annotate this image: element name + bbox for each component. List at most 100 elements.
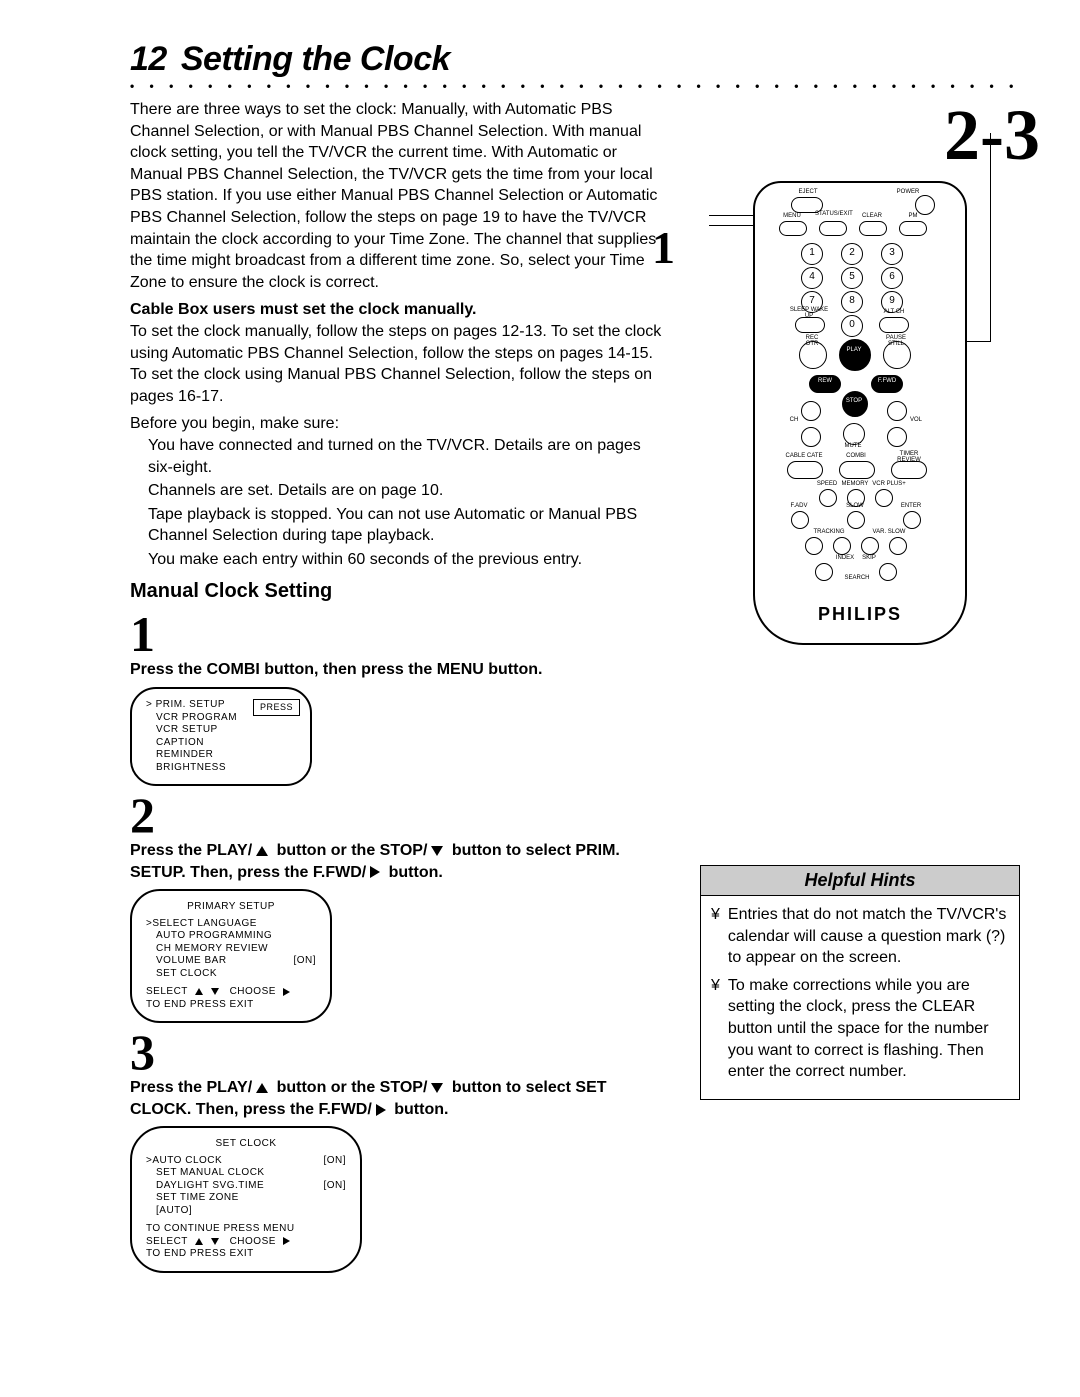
screen3-title: SET CLOCK [146, 1138, 346, 1151]
step1-text: Press the COMBI button, then press the M… [130, 659, 670, 681]
skip-button [879, 563, 897, 581]
search-label: SEARCH [837, 575, 877, 581]
page-number: 12 [130, 40, 167, 79]
triangle-up-icon [256, 846, 268, 856]
helpful-hints-title: Helpful Hints [701, 866, 1019, 896]
speed-button [819, 489, 837, 507]
index-button [815, 563, 833, 581]
cable-cate-label: CABLE CATE [785, 453, 823, 459]
menu-item: AUTO CLOCK [152, 1155, 323, 1168]
mute-button [843, 423, 865, 445]
brand-label: PHILIPS [755, 604, 965, 625]
fadv-button [791, 511, 809, 529]
cable-cate-button [787, 461, 823, 479]
foot-choose: CHOOSE [230, 1236, 276, 1247]
right-column: 2-3 1 EJECT POWER [700, 99, 1020, 1100]
page-title-row: 12 Setting the Clock [130, 40, 1020, 79]
ch-label: CH [787, 417, 801, 423]
memory-label: MEMORY [839, 481, 871, 487]
eject-label: EJECT [793, 189, 823, 195]
menu-item: DAYLIGHT SVG.TIME [156, 1180, 323, 1193]
skip-label: SKIP [859, 555, 879, 561]
bullet-symbol-icon: ¥ [711, 975, 720, 1083]
manual-heading: Manual Clock Setting [130, 578, 670, 605]
status-exit-button [819, 221, 847, 236]
ffwd-label: F.FWD [873, 378, 901, 384]
menu-item: BRIGHTNESS [156, 762, 296, 775]
digit-button: 1 [801, 243, 823, 265]
foot-pre: TO CONTINUE PRESS MENU [146, 1223, 295, 1234]
leader-line [965, 341, 991, 342]
varslow-label: VAR. SLOW [867, 529, 911, 535]
leader-line [990, 133, 991, 341]
menu-item: SET MANUAL CLOCK [156, 1167, 346, 1180]
callout-1: 1 [652, 221, 675, 274]
vol-up-button [887, 401, 907, 421]
step3-text: Press the PLAY/ button or the STOP/ butt… [130, 1077, 670, 1120]
press-button-label: PRESS [253, 699, 300, 716]
dotted-rule: • • • • • • • • • • • • • • • • • • • • … [130, 83, 1020, 89]
screen-menu-1: PRESS PRIM. SETUP VCR PROGRAM VCR SETUP … [130, 687, 312, 786]
triangle-up-icon [195, 1238, 203, 1245]
pm-button [899, 221, 927, 236]
remote-illustration: EJECT POWER MENU STATUS/EXIT CLEAR PM 1 [753, 181, 967, 645]
before-item: You have connected and turned on the TV/… [148, 435, 670, 478]
menu-item: REMINDER [156, 749, 296, 762]
hint-bullet: ¥ To make corrections while you are sett… [711, 975, 1009, 1083]
slow-label: SLOW [841, 503, 869, 509]
stop-label: STOP [843, 398, 865, 404]
menu-item: VCR SETUP [156, 724, 296, 737]
enter-button [903, 511, 921, 529]
menu-item: SELECT LANGUAGE [152, 918, 316, 931]
triangle-down-icon [431, 846, 443, 856]
foot-exit: TO END PRESS EXIT [146, 999, 254, 1010]
step-number-2: 2 [130, 790, 670, 840]
rec-label: REC OTR [799, 335, 825, 347]
power-label: POWER [893, 189, 923, 195]
menu-item: AUTO PROGRAMMING [156, 930, 316, 943]
timer-review-button [891, 461, 927, 479]
helpful-hints-box: Helpful Hints ¥ Entries that do not matc… [700, 865, 1020, 1100]
leader-line [709, 215, 755, 216]
enter-label: ENTER [897, 503, 925, 509]
index-label: INDEX [833, 555, 857, 561]
menu-button [779, 221, 807, 236]
menu-item: VOLUME BAR [156, 955, 293, 968]
digit-button: 5 [841, 267, 863, 289]
fadv-label: F.ADV [785, 503, 813, 509]
menu-item: SET CLOCK [156, 968, 316, 981]
ch-up-button [801, 401, 821, 421]
digit-button: 2 [841, 243, 863, 265]
vol-label: VOL [907, 417, 925, 423]
hint-text: Entries that do not match the TV/VCR's c… [728, 904, 1009, 969]
hint-bullet: ¥ Entries that do not match the TV/VCR's… [711, 904, 1009, 969]
triangle-right-icon [283, 988, 290, 996]
pm-label: PM [903, 213, 923, 219]
combi-label: COMBI [841, 453, 871, 459]
cablebox-note: Cable Box users must set the clock manua… [130, 299, 670, 321]
foot-exit: TO END PRESS EXIT [146, 1248, 254, 1259]
digit-button: 0 [841, 315, 863, 337]
menu-item: SET TIME ZONE [156, 1192, 346, 1205]
tracking-label: TRACKING [807, 529, 851, 535]
clear-label: CLEAR [859, 213, 885, 219]
step2-text: Press the PLAY/ button or the STOP/ butt… [130, 840, 670, 883]
before-item: You make each entry within 60 seconds of… [148, 549, 670, 571]
vcrplus-label: VCR PLUS+ [869, 481, 909, 487]
menu-item: CH MEMORY REVIEW [156, 943, 316, 956]
screen-menu-3: SET CLOCK AUTO CLOCK[ON] SET MANUAL CLOC… [130, 1126, 362, 1273]
bullet-symbol-icon: ¥ [711, 904, 720, 969]
clear-button [859, 221, 887, 236]
vcrplus-button [875, 489, 893, 507]
leader-line [709, 225, 755, 226]
triangle-down-icon [211, 988, 219, 995]
timer-review-label: TIMER REVIEW [889, 451, 929, 463]
triangle-up-icon [195, 988, 203, 995]
slow-button [847, 511, 865, 529]
menu-item: CAPTION [156, 737, 296, 750]
left-column: There are three ways to set the clock: M… [130, 99, 670, 1273]
digit-button: 6 [881, 267, 903, 289]
tracking-down-button [805, 537, 823, 555]
before-item: Channels are set. Details are on page 10… [148, 480, 670, 502]
play-label: PLAY [841, 347, 867, 353]
